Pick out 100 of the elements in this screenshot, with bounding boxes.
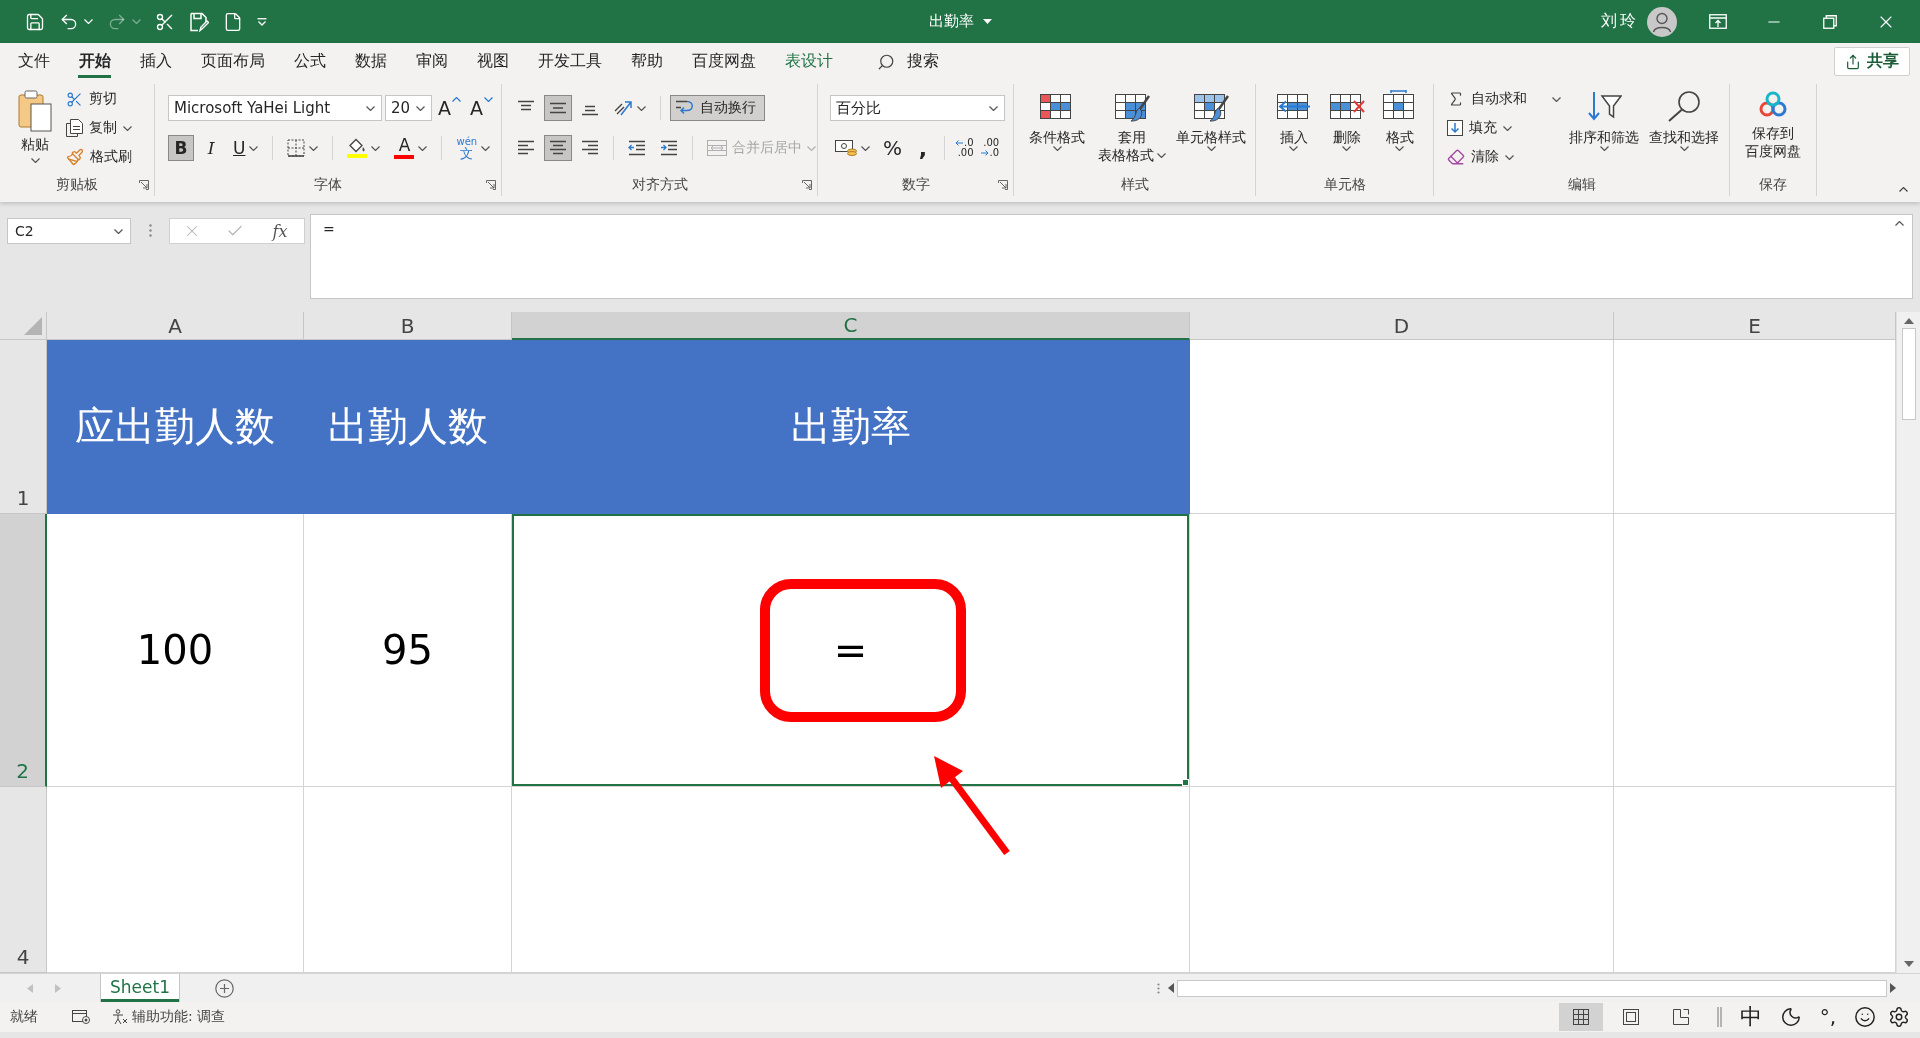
add-sheet-icon[interactable] bbox=[215, 978, 234, 998]
scissors-icon[interactable] bbox=[155, 11, 175, 32]
caret-down-icon bbox=[1599, 146, 1609, 151]
format-painter-button[interactable]: 格式刷 bbox=[63, 144, 135, 170]
font-name-combo[interactable]: Microsoft YaHei Light bbox=[168, 95, 382, 121]
ribbon-tab[interactable]: 表设计 bbox=[770, 43, 847, 80]
smiley-icon[interactable] bbox=[1854, 1006, 1876, 1028]
vertical-dots-icon[interactable] bbox=[1157, 982, 1160, 994]
save-to-cloud-button[interactable]: 保存到 百度网盘 bbox=[1740, 86, 1806, 174]
settings-icon[interactable] bbox=[1888, 1006, 1910, 1028]
clear-button[interactable]: 清除 bbox=[1444, 144, 1564, 170]
name-box[interactable]: C2 bbox=[7, 218, 131, 244]
formula-field[interactable]: = bbox=[310, 214, 1913, 299]
ribbon-tab[interactable]: 公式 bbox=[279, 43, 340, 80]
grow-font-button[interactable]: A bbox=[435, 97, 464, 119]
panel-arrow-icon[interactable] bbox=[1709, 14, 1727, 29]
column-header[interactable]: E bbox=[1614, 312, 1896, 340]
search-button[interactable]: 搜索 bbox=[877, 43, 939, 80]
input-mode-button[interactable]: 中 bbox=[1733, 1002, 1768, 1032]
document-title[interactable]: 出勤率 bbox=[928, 12, 992, 31]
underline-button[interactable]: U bbox=[228, 135, 264, 161]
row-header[interactable]: 1 bbox=[0, 340, 47, 514]
ribbon-tab[interactable]: 百度网盘 bbox=[677, 43, 770, 80]
ribbon-tab[interactable]: 开始 bbox=[64, 43, 125, 80]
shrink-font-button[interactable]: A bbox=[467, 97, 496, 119]
format-as-table-button[interactable]: 套用 表格格式 bbox=[1093, 86, 1171, 174]
save-icon[interactable] bbox=[25, 11, 45, 32]
punctuation-button[interactable]: °, bbox=[1813, 1005, 1842, 1029]
phonetic-button[interactable]: wén 文 bbox=[451, 135, 496, 161]
vertical-scrollbar[interactable] bbox=[1896, 312, 1920, 973]
insert-function-button[interactable]: fx bbox=[268, 221, 292, 241]
caret-up-icon[interactable] bbox=[1899, 187, 1908, 192]
share-button[interactable]: 共享 bbox=[1834, 47, 1910, 76]
avatar-icon[interactable] bbox=[1647, 6, 1677, 37]
insert-button[interactable]: 插入 bbox=[1267, 86, 1320, 174]
italic-button[interactable]: I bbox=[198, 135, 224, 161]
comma-style-button[interactable]: , bbox=[910, 135, 936, 161]
fill-button[interactable]: 填充 bbox=[1444, 115, 1564, 141]
clipboard-icon bbox=[18, 90, 52, 132]
column-header[interactable]: A bbox=[47, 312, 304, 340]
scroll-down-icon[interactable] bbox=[1903, 961, 1914, 967]
sort-filter-button[interactable]: 排序和筛选 bbox=[1564, 86, 1644, 174]
restore-icon[interactable] bbox=[1823, 14, 1837, 29]
group-label: 保存 bbox=[1759, 176, 1787, 194]
percent-button[interactable]: % bbox=[878, 135, 907, 161]
column-header[interactable]: B bbox=[304, 312, 512, 340]
blank-page-icon[interactable] bbox=[223, 11, 243, 32]
ribbon-tab[interactable]: 数据 bbox=[340, 43, 401, 80]
column-header[interactable]: D bbox=[1190, 312, 1614, 340]
font-size-combo[interactable]: 20 bbox=[385, 95, 432, 121]
normal-view-button[interactable] bbox=[1558, 1003, 1603, 1031]
autosum-button[interactable]: 自动求和 bbox=[1444, 86, 1564, 112]
corner-arrow-icon[interactable] bbox=[802, 180, 812, 190]
align-center-button[interactable] bbox=[544, 135, 572, 161]
status-text: 就绪 bbox=[10, 1008, 38, 1026]
caret-up-icon[interactable] bbox=[1895, 221, 1904, 226]
ribbon-tab[interactable]: 视图 bbox=[462, 43, 523, 80]
cut-button[interactable]: 剪切 bbox=[63, 86, 135, 112]
ribbon-tab[interactable]: 文件 bbox=[3, 43, 64, 80]
decrease-decimal-button[interactable]: .00 .0 bbox=[978, 138, 1002, 158]
sheet-tab[interactable]: Sheet1 bbox=[101, 974, 179, 1002]
ribbon-tab[interactable]: 插入 bbox=[125, 43, 186, 80]
scroll-right-icon[interactable] bbox=[1890, 983, 1896, 993]
ribbon-tab[interactable]: 帮助 bbox=[616, 43, 677, 80]
dropdown-icon[interactable] bbox=[257, 17, 267, 26]
ribbon-tab[interactable]: 页面布局 bbox=[186, 43, 279, 80]
bold-button[interactable]: B bbox=[168, 135, 194, 161]
cell-styles-button[interactable]: 单元格样式 bbox=[1171, 86, 1251, 174]
diagonal-arrow-icon bbox=[613, 99, 633, 117]
increase-decimal-button[interactable]: .0 .00 bbox=[953, 138, 976, 158]
accessibility-button[interactable]: 辅助功能: 调查 bbox=[112, 1008, 226, 1026]
row-header[interactable]: 2 bbox=[0, 514, 47, 787]
ribbon-tab[interactable]: 审阅 bbox=[401, 43, 462, 80]
caret-down-icon bbox=[1052, 146, 1062, 151]
delete-button[interactable]: 删除 bbox=[1320, 86, 1373, 174]
find-select-button[interactable]: 查找和选择 bbox=[1644, 86, 1724, 174]
caret-down-icon bbox=[84, 19, 93, 24]
ribbon-tab[interactable]: 开发工具 bbox=[523, 43, 616, 80]
sheet-record-icon[interactable] bbox=[72, 1010, 90, 1024]
fill-handle[interactable] bbox=[1182, 779, 1189, 786]
document-pen-icon[interactable] bbox=[189, 11, 209, 32]
row-header[interactable]: 4 bbox=[0, 787, 47, 973]
corner-arrow-icon[interactable] bbox=[998, 180, 1008, 190]
corner-arrow-icon[interactable] bbox=[486, 180, 496, 190]
scroll-up-icon[interactable] bbox=[1903, 318, 1914, 324]
scrollbar-thumb[interactable] bbox=[1901, 328, 1916, 420]
conditional-format-button[interactable]: 条件格式 bbox=[1021, 86, 1093, 174]
corner-arrow-icon[interactable] bbox=[139, 180, 149, 190]
scrollbar-thumb[interactable] bbox=[1177, 979, 1887, 997]
scroll-left-icon[interactable] bbox=[1168, 983, 1174, 993]
grip-icon[interactable] bbox=[1716, 1007, 1722, 1027]
paste-button[interactable]: 粘贴 bbox=[13, 86, 57, 174]
format-button[interactable]: 格式 bbox=[1373, 86, 1426, 174]
number-format-combo[interactable]: 百分比 bbox=[830, 95, 1005, 121]
font-color-button[interactable]: A bbox=[389, 135, 433, 161]
moon-icon[interactable] bbox=[1779, 1006, 1802, 1028]
column-header[interactable]: C bbox=[512, 312, 1190, 340]
copy-button[interactable]: 复制 bbox=[63, 115, 135, 141]
align-middle-button[interactable] bbox=[544, 95, 572, 121]
wrap-text-button[interactable]: 自动换行 bbox=[670, 95, 765, 121]
